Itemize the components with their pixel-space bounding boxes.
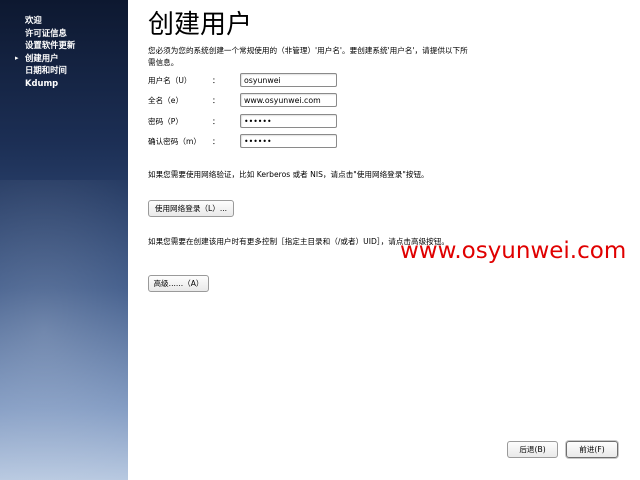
- sidebar-item-label: 欢迎: [25, 15, 42, 25]
- password-row: 密码（P） ：: [148, 114, 448, 130]
- sidebar-item-label: Kdump: [25, 77, 59, 88]
- sidebar-item-kdump: ▸ Kdump: [0, 77, 128, 90]
- sidebar-item-label: 创建用户: [25, 52, 59, 63]
- password-input[interactable]: [240, 114, 337, 128]
- sidebar-item-welcome: ▸ 欢迎: [0, 14, 128, 27]
- fullname-label: 全名（e）: [148, 96, 184, 105]
- sidebar-item-create-user: ▸ 创建用户: [0, 52, 128, 65]
- confirm-password-row: 确认密码（m） ：: [148, 134, 448, 150]
- current-step-arrow-icon: ▸: [15, 53, 19, 62]
- username-colon: ：: [212, 76, 220, 85]
- page-title: 创建用户: [148, 10, 253, 40]
- confirm-password-input[interactable]: [240, 134, 337, 148]
- sidebar-item-date-time: ▸ 日期和时间: [0, 64, 128, 77]
- watermark-text: www.osyunwei.com: [400, 238, 627, 264]
- sidebar-item-label: 日期和时间: [25, 65, 67, 75]
- password-colon: ：: [212, 117, 220, 126]
- sidebar: ▸ 欢迎 ▸ 许可证信息 ▸ 设置软件更新 ▸ 创建用户 ▸ 日期和时间 ▸ K…: [0, 0, 128, 480]
- sidebar-item-label: 许可证信息: [25, 27, 67, 38]
- network-auth-text: 如果您需要使用网络验证，比如 Kerberos 或者 NIS，请点击"使用网络登…: [148, 170, 429, 179]
- username-input[interactable]: [240, 73, 337, 87]
- confirm-password-colon: ：: [212, 137, 220, 146]
- confirm-password-label: 确认密码（m）: [148, 137, 201, 146]
- step-navigation: ▸ 欢迎 ▸ 许可证信息 ▸ 设置软件更新 ▸ 创建用户 ▸ 日期和时间 ▸ K…: [0, 14, 128, 89]
- username-row: 用户名（U） ：: [148, 73, 448, 89]
- network-login-button[interactable]: 使用网络登录（L）...: [148, 200, 234, 217]
- fullname-input[interactable]: [240, 93, 337, 107]
- sidebar-item-software-updates: ▸ 设置软件更新: [0, 39, 128, 52]
- forward-button[interactable]: 前进(F): [566, 441, 618, 458]
- username-label: 用户名（U）: [148, 76, 192, 85]
- sidebar-item-license: ▸ 许可证信息: [0, 27, 128, 40]
- password-label: 密码（P）: [148, 117, 183, 126]
- fullname-row: 全名（e） ：: [148, 93, 448, 109]
- intro-text: 您必须为您的系统创建一个常规使用的（非管理）'用户名'。要创建系统'用户名'，请…: [148, 46, 468, 67]
- back-button[interactable]: 后退(B): [507, 441, 558, 458]
- sidebar-item-label: 设置软件更新: [25, 40, 76, 50]
- advanced-button[interactable]: 高级......（A）: [148, 275, 209, 292]
- fullname-colon: ：: [212, 96, 220, 105]
